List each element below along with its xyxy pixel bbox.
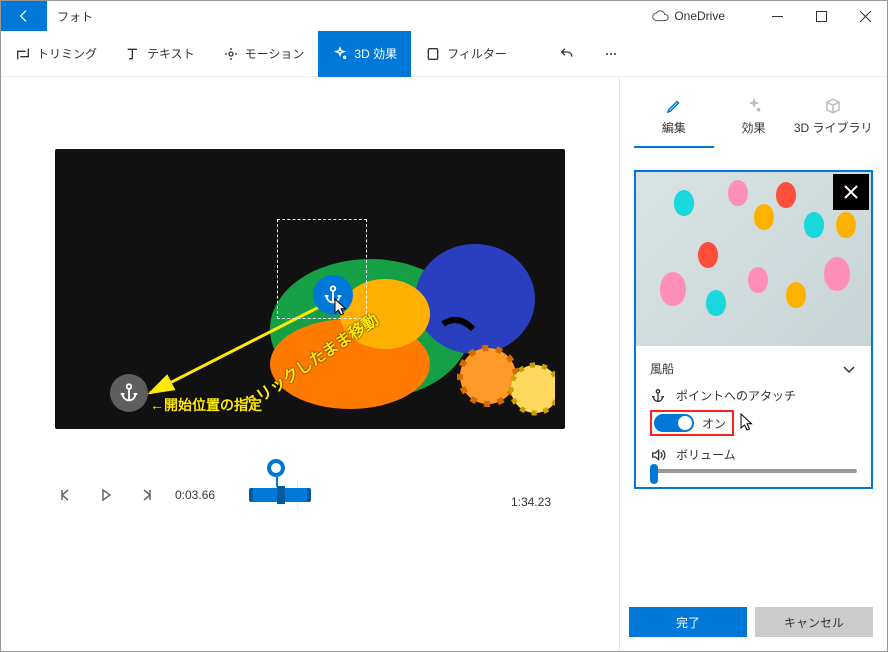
cube-icon xyxy=(824,97,842,115)
tab-effects[interactable]: 効果 xyxy=(714,91,794,148)
cloud-icon xyxy=(652,10,670,22)
toggle-state-label: オン xyxy=(702,415,726,432)
sparkle-icon xyxy=(745,97,763,115)
tab-3d-library[interactable]: 3D ライブラリ xyxy=(793,91,873,148)
volume-icon xyxy=(650,447,666,463)
app-window: フォト OneDrive トリミング テキスト モーション 3D 効果 フィルタ xyxy=(0,0,888,652)
text-button[interactable]: テキスト xyxy=(111,31,209,77)
attach-option: ポイントへのアタッチ xyxy=(636,377,871,404)
total-time: 1:34.23 xyxy=(297,481,565,509)
effect-name-row[interactable]: 風船 xyxy=(636,346,871,377)
side-panel: 編集 効果 3D ライブラリ xyxy=(619,77,887,651)
app-title: フォト xyxy=(57,8,93,25)
anchor-icon xyxy=(118,382,140,404)
more-button[interactable] xyxy=(589,31,633,77)
sparkle-icon xyxy=(332,46,348,62)
body: クリックしたまま移動 ←開始位置の指定 0:03.66 1:34.23 xyxy=(1,77,887,651)
attach-toggle[interactable] xyxy=(654,414,694,432)
trim-icon xyxy=(15,46,31,62)
motion-button[interactable]: モーション xyxy=(209,31,319,77)
done-button[interactable]: 完了 xyxy=(629,607,747,637)
close-button[interactable] xyxy=(843,1,887,31)
minimize-button[interactable] xyxy=(755,1,799,31)
playhead[interactable] xyxy=(267,459,285,477)
effect-range[interactable] xyxy=(249,488,311,502)
maximize-button[interactable] xyxy=(799,1,843,31)
trim-button[interactable]: トリミング xyxy=(1,31,111,77)
title-bar: フォト OneDrive xyxy=(1,1,887,31)
current-time: 0:03.66 xyxy=(175,488,231,502)
playback-controls: 0:03.66 1:34.23 xyxy=(55,481,565,509)
next-frame-button[interactable] xyxy=(135,484,157,506)
tab-edit[interactable]: 編集 xyxy=(634,91,714,148)
cursor-icon xyxy=(740,413,754,433)
dialog-buttons: 完了 キャンセル xyxy=(629,607,873,637)
remove-effect-button[interactable] xyxy=(833,174,869,210)
filter-button[interactable]: フィルター xyxy=(411,31,521,77)
close-icon xyxy=(843,184,859,200)
onedrive-indicator[interactable]: OneDrive xyxy=(652,9,725,23)
editor-area: クリックしたまま移動 ←開始位置の指定 0:03.66 1:34.23 xyxy=(1,77,619,651)
volume-slider[interactable] xyxy=(650,469,857,473)
pencil-icon xyxy=(665,97,683,115)
motion-icon xyxy=(223,46,239,62)
annotation-start-label: ←開始位置の指定 xyxy=(150,395,262,415)
main-toolbar: トリミング テキスト モーション 3D 効果 フィルター xyxy=(1,31,887,77)
3d-effects-button[interactable]: 3D 効果 xyxy=(318,31,411,77)
volume-label: ボリューム xyxy=(676,446,736,463)
back-button[interactable] xyxy=(1,1,47,31)
volume-option: ボリューム xyxy=(636,436,871,463)
anchor-icon xyxy=(650,388,666,404)
cancel-button[interactable]: キャンセル xyxy=(755,607,873,637)
play-button[interactable] xyxy=(95,484,117,506)
undo-button[interactable] xyxy=(545,31,589,77)
ellipsis-icon xyxy=(603,46,619,62)
highlight-annotation: オン xyxy=(650,410,734,436)
prev-frame-button[interactable] xyxy=(55,484,77,506)
text-icon xyxy=(125,46,141,62)
start-anchor-indicator[interactable] xyxy=(110,374,148,412)
filter-icon xyxy=(425,46,441,62)
side-tabs: 編集 効果 3D ライブラリ xyxy=(634,91,873,148)
effect-card: 風船 ポイントへのアタッチ オン ボリューム xyxy=(634,170,873,489)
cursor-icon xyxy=(334,298,348,318)
timeline-track[interactable] xyxy=(249,483,279,507)
effect-name-label: 風船 xyxy=(650,360,674,377)
undo-icon xyxy=(559,46,575,62)
attach-label: ポイントへのアタッチ xyxy=(676,387,796,404)
chevron-down-icon xyxy=(841,361,857,377)
video-preview[interactable]: クリックしたまま移動 ←開始位置の指定 xyxy=(55,149,565,429)
